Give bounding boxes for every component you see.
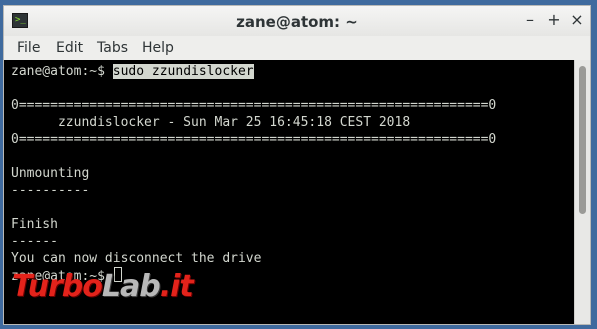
close-button[interactable]: × (568, 11, 586, 29)
menu-tabs[interactable]: Tabs (97, 40, 128, 56)
watermark-part-2: Lab (101, 269, 161, 304)
command-line: zane@atom:~$ sudo zzundislocker (11, 63, 254, 80)
finish-heading: Finish (11, 217, 58, 232)
menu-bar: File Edit Tabs Help (4, 36, 590, 60)
title-bar[interactable]: >_ zane@atom: ~ – + × (4, 6, 590, 36)
minimize-button[interactable]: – (521, 11, 539, 29)
finish-rule: ------ (11, 234, 58, 249)
watermark-part-1: Turbo (12, 269, 103, 304)
maximize-button[interactable]: + (545, 11, 563, 29)
prompt: zane@atom:~$ (11, 64, 113, 79)
vertical-scrollbar[interactable] (574, 60, 590, 324)
watermark-logo: TurboLab.it (12, 269, 194, 304)
unmounting-heading: Unmounting (11, 166, 90, 181)
menu-edit[interactable]: Edit (56, 40, 83, 56)
result-message: You can now disconnect the drive (11, 251, 262, 266)
separator-bottom: 0=======================================… (11, 132, 497, 147)
selected-command: sudo zzundislocker (112, 64, 254, 79)
scrollbar-thumb[interactable] (579, 66, 586, 214)
menu-help[interactable]: Help (142, 40, 174, 56)
banner-line: zzundislocker - Sun Mar 25 16:45:18 CEST… (11, 115, 411, 130)
watermark-part-3: .it (159, 269, 194, 304)
unmounting-rule: ---------- (11, 183, 90, 198)
window-title: zane@atom: ~ (236, 13, 358, 31)
menu-file[interactable]: File (17, 40, 40, 56)
separator-top: 0=======================================… (11, 98, 497, 113)
